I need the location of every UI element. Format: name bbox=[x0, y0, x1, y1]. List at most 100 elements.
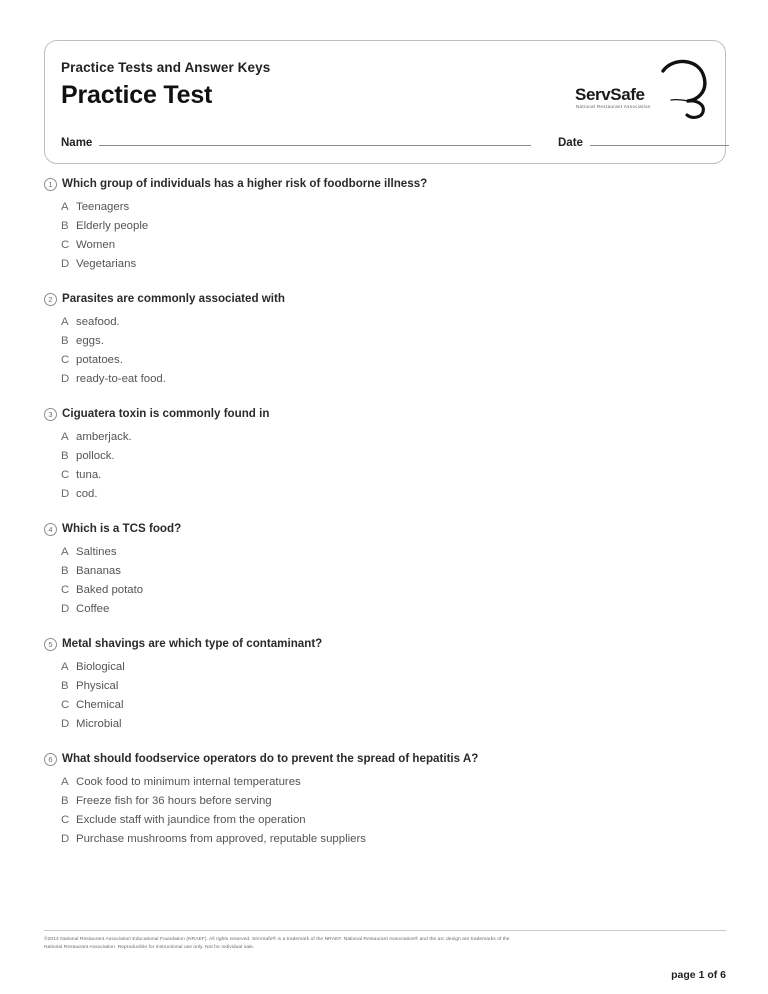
footer-divider bbox=[44, 930, 726, 931]
option-item[interactable]: C potatoes. bbox=[44, 351, 734, 370]
option-text: Physical bbox=[76, 680, 119, 693]
option-item[interactable]: D Coffee bbox=[44, 600, 734, 619]
servsafe-logo: ServSafe National Restaurant Association bbox=[575, 59, 711, 121]
logo-tagline: National Restaurant Association bbox=[576, 104, 651, 109]
option-item[interactable]: A Cook food to minimum internal temperat… bbox=[44, 773, 734, 792]
option-item[interactable]: C tuna. bbox=[44, 466, 734, 485]
option-item[interactable]: A Biological bbox=[44, 658, 734, 677]
option-letter: A bbox=[61, 661, 69, 674]
option-item[interactable]: A amberjack. bbox=[44, 428, 734, 447]
option-text: Coffee bbox=[76, 603, 110, 616]
date-field-label: Date bbox=[558, 137, 583, 149]
option-list: A seafood. B eggs. C potatoes. D ready-t… bbox=[44, 313, 734, 389]
date-field[interactable]: Date bbox=[558, 134, 729, 149]
question-heading: 5 Metal shavings are which type of conta… bbox=[44, 636, 734, 652]
question-item: 3 Ciguatera toxin is commonly found in A… bbox=[44, 406, 734, 504]
page-title: Practice Test bbox=[61, 81, 213, 109]
option-list: A amberjack. B pollock. C tuna. D cod. bbox=[44, 428, 734, 504]
option-item[interactable]: C Women bbox=[44, 236, 734, 255]
question-text: Parasites are commonly associated with bbox=[62, 292, 285, 306]
logo-wordmark: ServSafe bbox=[575, 85, 645, 104]
option-text: Bananas bbox=[76, 565, 121, 578]
option-text: potatoes. bbox=[76, 354, 123, 367]
option-item[interactable]: D cod. bbox=[44, 485, 734, 504]
option-letter: B bbox=[61, 335, 69, 348]
option-list: A Teenagers B Elderly people C Women D V… bbox=[44, 198, 734, 274]
option-text: pollock. bbox=[76, 450, 115, 463]
page-footer: ©2014 National Restaurant Association Ed… bbox=[44, 930, 726, 981]
option-text: Chemical bbox=[76, 699, 124, 712]
option-item[interactable]: A seafood. bbox=[44, 313, 734, 332]
option-letter: D bbox=[61, 718, 70, 731]
question-list: 1 Which group of individuals has a highe… bbox=[44, 176, 734, 866]
option-list: A Biological B Physical C Chemical D Mic… bbox=[44, 658, 734, 734]
question-heading: 3 Ciguatera toxin is commonly found in bbox=[44, 406, 734, 422]
question-number: 4 bbox=[44, 523, 57, 537]
question-number: 5 bbox=[44, 638, 57, 652]
question-item: 2 Parasites are commonly associated with… bbox=[44, 291, 734, 389]
option-letter: C bbox=[61, 699, 70, 712]
option-item[interactable]: C Chemical bbox=[44, 696, 734, 715]
question-heading: 1 Which group of individuals has a highe… bbox=[44, 176, 734, 191]
option-letter: B bbox=[61, 450, 69, 463]
practice-test-page: Practice Tests and Answer Keys Practice … bbox=[0, 0, 768, 994]
option-text: Purchase mushrooms from approved, reputa… bbox=[76, 833, 366, 846]
question-text: Which group of individuals has a higher … bbox=[62, 177, 428, 190]
header-kicker: Practice Tests and Answer Keys bbox=[61, 60, 271, 75]
question-number: 2 bbox=[44, 293, 57, 307]
option-text: Baked potato bbox=[76, 584, 144, 597]
option-letter: D bbox=[61, 373, 70, 386]
option-text: Freeze fish for 36 hours before serving bbox=[76, 795, 272, 808]
option-item[interactable]: C Exclude staff with jaundice from the o… bbox=[44, 811, 734, 830]
copyright-line-2: National Restaurant Association. Reprodu… bbox=[44, 945, 255, 951]
option-list: A Saltines B Bananas C Baked potato D Co… bbox=[44, 543, 734, 619]
question-item: 4 Which is a TCS food? A Saltines B Bana… bbox=[44, 521, 734, 619]
option-letter: A bbox=[61, 776, 69, 789]
option-item[interactable]: C Baked potato bbox=[44, 581, 734, 600]
option-letter: C bbox=[61, 354, 70, 367]
option-item[interactable]: B Freeze fish for 36 hours before servin… bbox=[44, 792, 734, 811]
name-field[interactable]: Name bbox=[61, 134, 531, 149]
option-item[interactable]: A Teenagers bbox=[44, 198, 734, 217]
name-field-rule[interactable] bbox=[99, 134, 531, 146]
question-text: Ciguatera toxin is commonly found in bbox=[62, 407, 270, 421]
option-letter: B bbox=[61, 220, 69, 233]
question-number: 3 bbox=[44, 408, 57, 422]
option-item[interactable]: D Purchase mushrooms from approved, repu… bbox=[44, 830, 734, 849]
option-text: tuna. bbox=[76, 469, 102, 482]
option-item[interactable]: B Elderly people bbox=[44, 217, 734, 236]
option-item[interactable]: D Microbial bbox=[44, 715, 734, 734]
option-item[interactable]: B Physical bbox=[44, 677, 734, 696]
question-item: 5 Metal shavings are which type of conta… bbox=[44, 636, 734, 734]
option-item[interactable]: B eggs. bbox=[44, 332, 734, 351]
option-text: Women bbox=[76, 239, 116, 252]
page-number: page 1 of 6 bbox=[671, 968, 726, 981]
date-field-rule[interactable] bbox=[589, 134, 729, 146]
option-text: Microbial bbox=[76, 718, 122, 731]
option-letter: D bbox=[61, 833, 70, 846]
option-item[interactable]: D ready-to-eat food. bbox=[44, 370, 734, 389]
option-text: Biological bbox=[76, 661, 125, 674]
option-item[interactable]: B pollock. bbox=[44, 447, 734, 466]
name-date-row: Name Date bbox=[61, 134, 729, 152]
option-item[interactable]: D Vegetarians bbox=[44, 255, 734, 274]
option-text: Cook food to minimum internal temperatur… bbox=[76, 776, 301, 789]
option-text: Teenagers bbox=[76, 201, 130, 214]
option-text: ready-to-eat food. bbox=[76, 373, 166, 386]
question-number: 1 bbox=[44, 178, 57, 191]
option-text: Vegetarians bbox=[76, 258, 137, 271]
option-letter: A bbox=[61, 431, 69, 444]
option-letter: C bbox=[61, 814, 70, 827]
option-letter: D bbox=[61, 258, 70, 271]
question-text: What should foodservice operators do to … bbox=[62, 752, 479, 766]
option-letter: A bbox=[61, 316, 69, 329]
option-text: eggs. bbox=[76, 335, 104, 348]
header-card: Practice Tests and Answer Keys Practice … bbox=[44, 40, 729, 164]
option-letter: D bbox=[61, 603, 70, 616]
option-text: Exclude staff with jaundice from the ope… bbox=[76, 814, 306, 827]
option-text: cod. bbox=[76, 488, 98, 501]
option-text: Saltines bbox=[76, 546, 117, 559]
option-item[interactable]: A Saltines bbox=[44, 543, 734, 562]
option-letter: A bbox=[61, 546, 69, 559]
option-item[interactable]: B Bananas bbox=[44, 562, 734, 581]
